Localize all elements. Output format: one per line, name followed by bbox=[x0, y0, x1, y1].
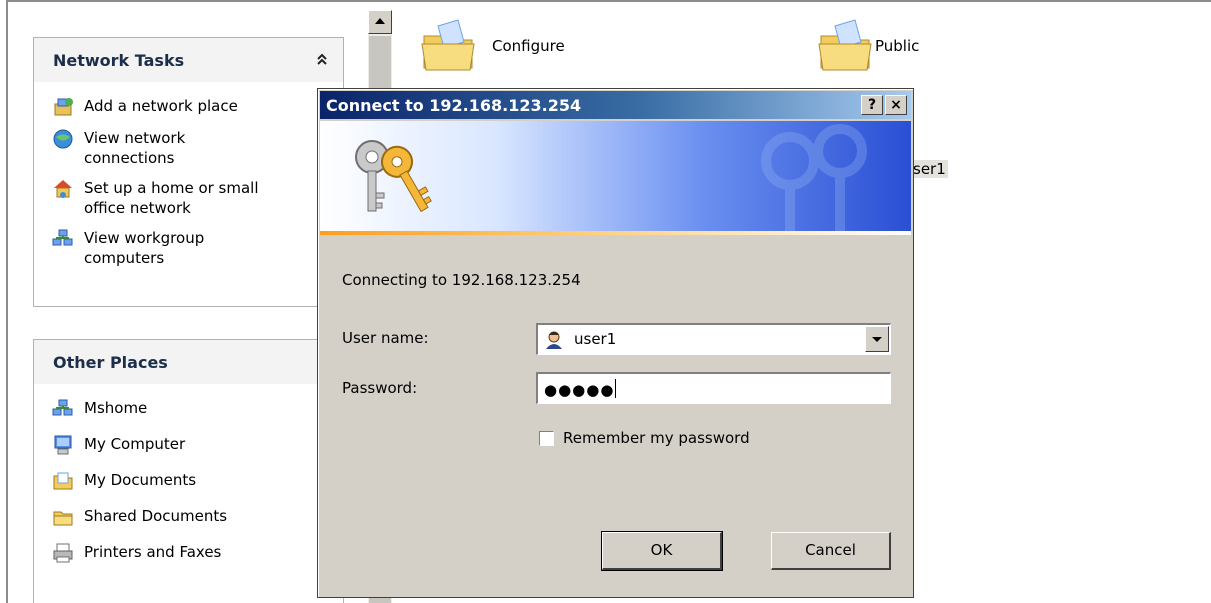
add-network-place-icon bbox=[54, 98, 73, 116]
shared-folder-icon bbox=[818, 19, 872, 71]
folder-public[interactable]: Public bbox=[815, 16, 919, 76]
task-add-network-place[interactable]: Add a network place bbox=[52, 96, 343, 118]
folder-configure[interactable]: Configure bbox=[418, 16, 565, 76]
task-label: Set up a home or small office network bbox=[84, 179, 259, 217]
keys-icon bbox=[355, 140, 432, 213]
workgroup-icon bbox=[52, 229, 73, 246]
my-documents-icon bbox=[53, 472, 73, 490]
folder-name: ser1 bbox=[911, 160, 948, 178]
cancel-button[interactable]: Cancel bbox=[771, 532, 891, 570]
my-computer-icon bbox=[54, 435, 72, 455]
place-label: My Documents bbox=[84, 471, 197, 489]
scroll-up-button[interactable] bbox=[368, 10, 392, 34]
place-label: Printers and Faxes bbox=[84, 543, 222, 561]
folder-user1[interactable]: ser1 bbox=[911, 160, 948, 178]
task-view-workgroup[interactable]: View workgroup computers bbox=[52, 228, 343, 268]
task-label: View network connections bbox=[84, 129, 186, 167]
place-shared-documents[interactable]: Shared Documents bbox=[52, 506, 343, 528]
help-button[interactable]: ? bbox=[861, 95, 883, 115]
task-label: Add a network place bbox=[84, 97, 238, 115]
task-view-network-connections[interactable]: View network connections bbox=[52, 128, 343, 168]
window-left-border bbox=[6, 0, 8, 603]
network-icon bbox=[52, 399, 73, 416]
user-name-dropdown-button[interactable] bbox=[865, 326, 889, 352]
dialog-titlebar[interactable]: Connect to 192.168.123.254 ? × bbox=[320, 91, 911, 119]
other-places-panel: Other Places Mshome My Computer My Docum… bbox=[33, 339, 344, 603]
password-mask: ●●●●● bbox=[544, 381, 615, 399]
ok-button[interactable]: OK bbox=[601, 531, 723, 571]
other-places-title: Other Places bbox=[53, 353, 168, 372]
user-icon bbox=[546, 331, 562, 349]
printers-icon bbox=[53, 543, 73, 563]
home-network-icon bbox=[54, 180, 72, 198]
network-tasks-header[interactable]: Network Tasks bbox=[34, 38, 343, 82]
task-label: View workgroup computers bbox=[84, 229, 205, 267]
folder-name: Configure bbox=[492, 37, 565, 55]
other-places-header[interactable]: Other Places bbox=[34, 340, 343, 384]
network-tasks-panel: Network Tasks Add a network place View n… bbox=[33, 37, 344, 307]
dialog-banner bbox=[320, 121, 911, 231]
scroll-up-arrow-icon bbox=[375, 18, 385, 24]
close-button[interactable]: × bbox=[885, 95, 907, 115]
shared-folder-icon bbox=[421, 19, 475, 71]
place-label: Shared Documents bbox=[84, 507, 228, 525]
remember-password-label: Remember my password bbox=[563, 429, 750, 447]
network-tasks-title: Network Tasks bbox=[53, 51, 185, 70]
window-top-border bbox=[6, 0, 1211, 2]
user-name-label: User name: bbox=[342, 329, 429, 347]
password-field[interactable]: ●●●●● bbox=[536, 372, 891, 404]
remember-password-checkbox[interactable] bbox=[539, 430, 554, 446]
collapse-chevron-icon[interactable] bbox=[315, 52, 329, 66]
password-label: Password: bbox=[342, 379, 418, 397]
text-caret bbox=[615, 379, 617, 398]
place-printers-faxes[interactable]: Printers and Faxes bbox=[52, 542, 343, 564]
place-mshome[interactable]: Mshome bbox=[52, 398, 343, 420]
banner-divider bbox=[320, 231, 911, 235]
user-name-combobox[interactable]: user1 bbox=[536, 323, 891, 355]
banner-watermark-icon bbox=[761, 124, 867, 231]
user-name-value: user1 bbox=[574, 330, 617, 348]
place-my-computer[interactable]: My Computer bbox=[52, 434, 343, 456]
connect-dialog: Connect to 192.168.123.254 ? × Connectin… bbox=[317, 88, 914, 598]
shared-documents-icon bbox=[53, 511, 73, 526]
folder-name: Public bbox=[875, 37, 920, 55]
dialog-title: Connect to 192.168.123.254 bbox=[326, 96, 582, 115]
task-setup-home-network[interactable]: Set up a home or small office network bbox=[52, 178, 343, 218]
place-label: Mshome bbox=[84, 399, 148, 417]
place-my-documents[interactable]: My Documents bbox=[52, 470, 343, 492]
chevron-down-icon bbox=[872, 337, 882, 342]
remember-password-option[interactable]: Remember my password bbox=[539, 429, 750, 447]
network-connections-icon bbox=[53, 129, 73, 149]
connecting-text: Connecting to 192.168.123.254 bbox=[342, 271, 581, 289]
place-label: My Computer bbox=[84, 435, 186, 453]
